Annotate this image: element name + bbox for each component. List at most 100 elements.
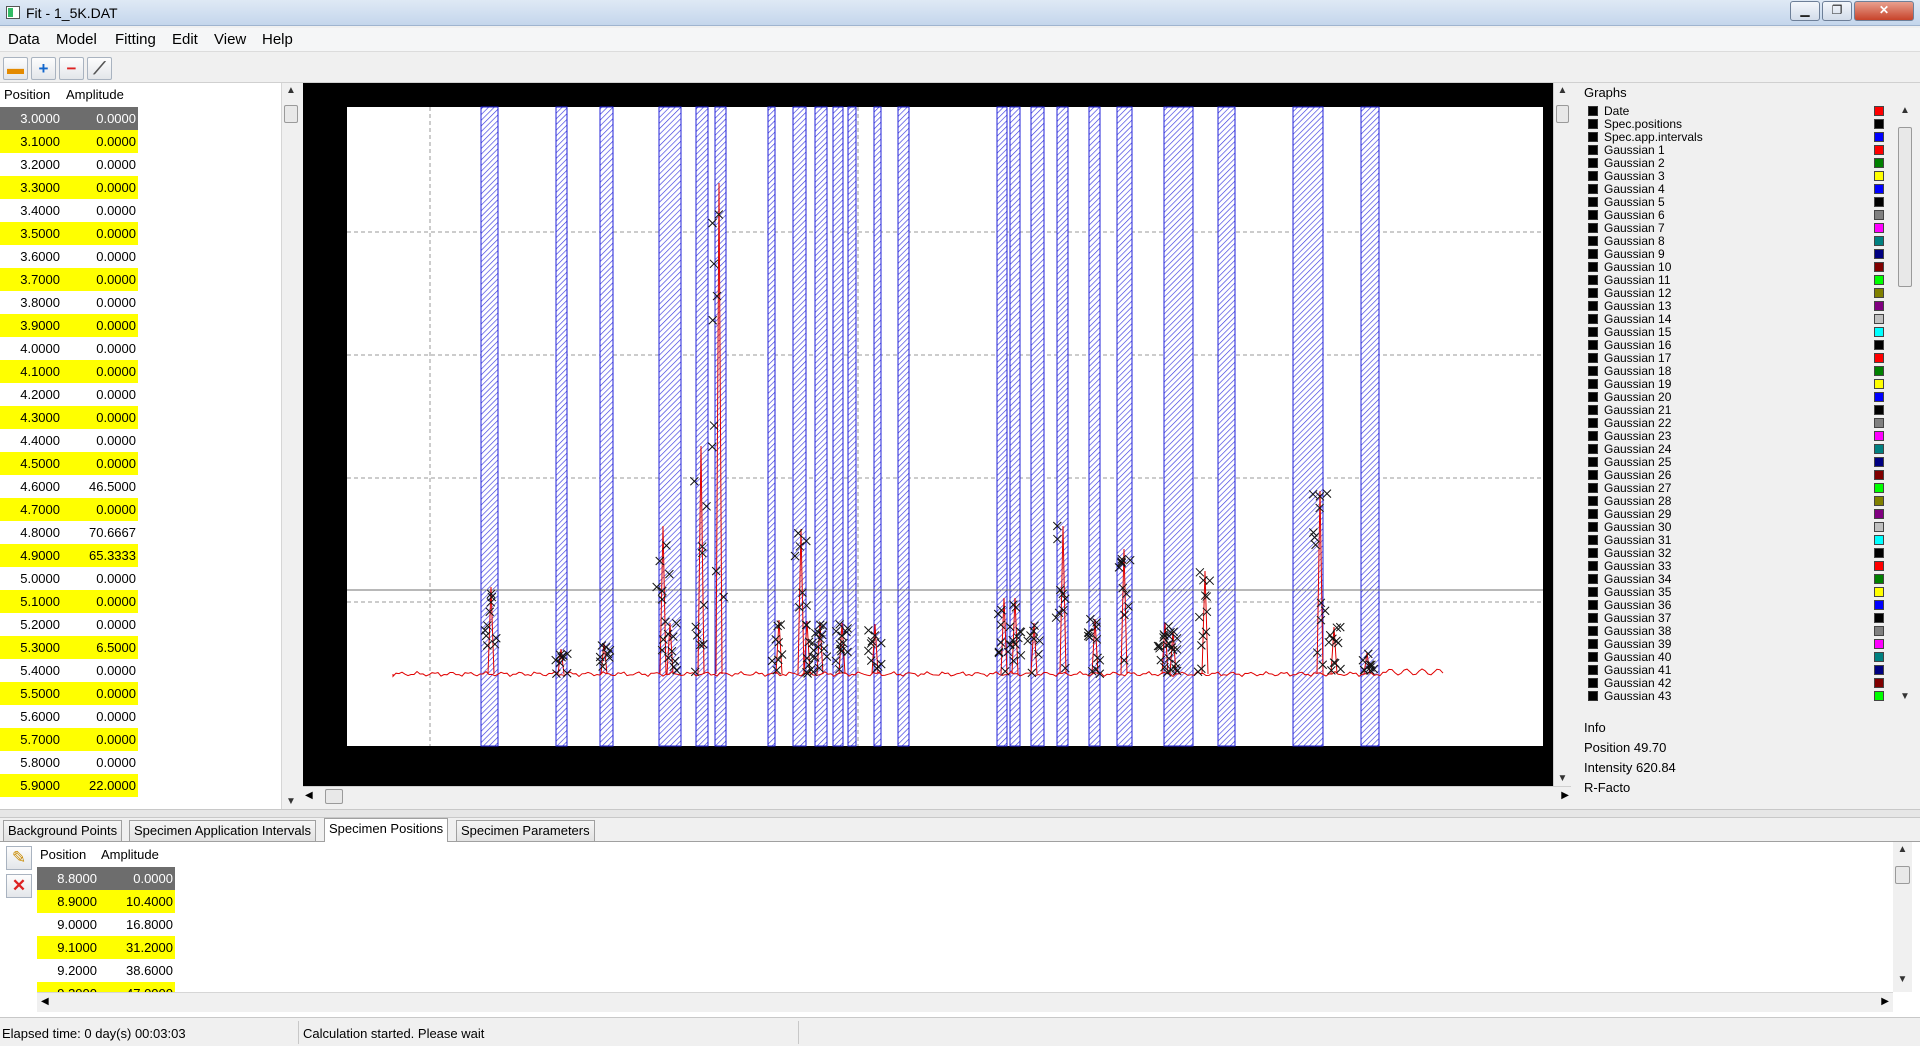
position-cell[interactable]: 5.8000 (0, 755, 60, 770)
position-cell[interactable]: 3.0000 (0, 111, 60, 126)
table-row[interactable]: 5.9000 22.0000 (0, 774, 138, 797)
scroll-down-icon[interactable]: ▼ (1896, 691, 1914, 702)
bottom-table-scrollbar[interactable]: ▲ ▼ (1893, 842, 1912, 992)
scroll-thumb[interactable] (1895, 866, 1910, 884)
table-row[interactable]: 3.3000 0.0000 (0, 176, 138, 199)
amplitude-cell[interactable]: 22.0000 (70, 778, 136, 793)
scroll-up-icon[interactable]: ▲ (1896, 105, 1914, 116)
table-row[interactable]: 9.2000 38.6000 (37, 959, 175, 982)
graph-color-swatch[interactable] (1874, 145, 1884, 155)
position-cell[interactable]: 9.0000 (37, 917, 97, 932)
graph-checkbox[interactable] (1588, 470, 1598, 480)
graph-checkbox[interactable] (1588, 431, 1598, 441)
graph-checkbox[interactable] (1588, 353, 1598, 363)
scroll-up-icon[interactable]: ▲ (1554, 85, 1571, 96)
amplitude-cell[interactable]: 0.0000 (70, 732, 136, 747)
graph-checkbox[interactable] (1588, 587, 1598, 597)
graph-checkbox[interactable] (1588, 210, 1598, 220)
position-cell[interactable]: 9.2000 (37, 963, 97, 978)
position-cell[interactable]: 3.2000 (0, 157, 60, 172)
application-interval-band[interactable] (1292, 106, 1324, 747)
graph-checkbox[interactable] (1588, 301, 1598, 311)
position-cell[interactable]: 8.8000 (37, 871, 97, 886)
tab-specimen-application-intervals[interactable]: Specimen Application Intervals (129, 820, 317, 841)
plot-horizontal-scrollbar[interactable]: ◀ ▶ (303, 786, 1571, 806)
graph-checkbox[interactable] (1588, 509, 1598, 519)
graph-checkbox[interactable] (1588, 132, 1598, 142)
amplitude-cell[interactable]: 0.0000 (70, 341, 136, 356)
amplitude-cell[interactable]: 0.0000 (70, 318, 136, 333)
table-row[interactable]: 4.0000 0.0000 (0, 337, 138, 360)
graph-checkbox[interactable] (1588, 340, 1598, 350)
edit-button[interactable]: ✎ (6, 846, 32, 870)
position-cell[interactable]: 3.8000 (0, 295, 60, 310)
open-button[interactable]: ▬ (3, 57, 28, 80)
position-cell[interactable]: 4.4000 (0, 433, 60, 448)
bottom-table-hscrollbar[interactable]: ◀ ▶ (37, 992, 1893, 1012)
amplitude-cell[interactable]: 0.0000 (70, 295, 136, 310)
amplitude-cell[interactable]: 0.0000 (70, 387, 136, 402)
amplitude-cell[interactable]: 10.4000 (107, 894, 173, 909)
graph-color-swatch[interactable] (1874, 418, 1884, 428)
graph-color-swatch[interactable] (1874, 249, 1884, 259)
add-button[interactable]: + (31, 57, 56, 80)
graph-color-swatch[interactable] (1874, 626, 1884, 636)
graph-color-swatch[interactable] (1874, 574, 1884, 584)
amplitude-cell[interactable]: 0.0000 (70, 502, 136, 517)
application-interval-band[interactable] (695, 106, 709, 747)
graph-color-swatch[interactable] (1874, 405, 1884, 415)
amplitude-cell[interactable]: 0.0000 (70, 272, 136, 287)
position-cell[interactable]: 5.3000 (0, 640, 60, 655)
table-row[interactable]: 4.3000 0.0000 (0, 406, 138, 429)
table-row[interactable]: 3.4000 0.0000 (0, 199, 138, 222)
graph-color-swatch[interactable] (1874, 158, 1884, 168)
scroll-down-icon[interactable]: ▼ (282, 796, 300, 807)
scroll-down-icon[interactable]: ▼ (1893, 974, 1912, 985)
graph-color-swatch[interactable] (1874, 353, 1884, 363)
graph-checkbox[interactable] (1588, 535, 1598, 545)
column-header-position[interactable]: Position (4, 87, 50, 102)
position-cell[interactable]: 9.1000 (37, 940, 97, 955)
graph-color-swatch[interactable] (1874, 236, 1884, 246)
table-row[interactable]: 5.5000 0.0000 (0, 682, 138, 705)
amplitude-cell[interactable]: 0.0000 (70, 249, 136, 264)
column-header-amplitude[interactable]: Amplitude (101, 847, 159, 862)
graph-color-swatch[interactable] (1874, 379, 1884, 389)
graph-checkbox[interactable] (1588, 366, 1598, 376)
graph-checkbox[interactable] (1588, 561, 1598, 571)
amplitude-cell[interactable]: 0.0000 (70, 571, 136, 586)
table-row[interactable]: 4.7000 0.0000 (0, 498, 138, 521)
table-row[interactable]: 4.1000 0.0000 (0, 360, 138, 383)
plot-area[interactable] (303, 83, 1553, 786)
position-cell[interactable]: 3.7000 (0, 272, 60, 287)
amplitude-cell[interactable]: 0.0000 (70, 594, 136, 609)
table-row[interactable]: 3.8000 0.0000 (0, 291, 138, 314)
position-cell[interactable]: 4.9000 (0, 548, 60, 563)
graph-checkbox[interactable] (1588, 236, 1598, 246)
graph-color-swatch[interactable] (1874, 327, 1884, 337)
table-row[interactable]: 5.6000 0.0000 (0, 705, 138, 728)
position-cell[interactable]: 4.0000 (0, 341, 60, 356)
amplitude-cell[interactable]: 0.0000 (70, 410, 136, 425)
scroll-thumb[interactable] (1898, 127, 1912, 287)
graph-color-swatch[interactable] (1874, 535, 1884, 545)
scroll-up-icon[interactable]: ▲ (282, 85, 300, 96)
graph-color-swatch[interactable] (1874, 106, 1884, 116)
column-header-amplitude[interactable]: Amplitude (66, 87, 124, 102)
graph-color-swatch[interactable] (1874, 301, 1884, 311)
amplitude-cell[interactable]: 31.2000 (107, 940, 173, 955)
graph-color-swatch[interactable] (1874, 132, 1884, 142)
table-row[interactable]: 4.4000 0.0000 (0, 429, 138, 452)
table-row[interactable]: 3.2000 0.0000 (0, 153, 138, 176)
graph-checkbox[interactable] (1588, 691, 1598, 701)
amplitude-cell[interactable]: 46.5000 (70, 479, 136, 494)
remove-button[interactable]: − (59, 57, 84, 80)
table-row[interactable]: 3.0000 0.0000 (0, 107, 138, 130)
menu-view[interactable]: View (214, 31, 246, 48)
position-cell[interactable]: 5.0000 (0, 571, 60, 586)
menu-fitting[interactable]: Fitting (115, 31, 156, 48)
vertical-splitter[interactable] (1571, 83, 1577, 809)
graph-color-swatch[interactable] (1874, 483, 1884, 493)
application-interval-band[interactable] (1116, 106, 1133, 747)
position-cell[interactable]: 5.6000 (0, 709, 60, 724)
